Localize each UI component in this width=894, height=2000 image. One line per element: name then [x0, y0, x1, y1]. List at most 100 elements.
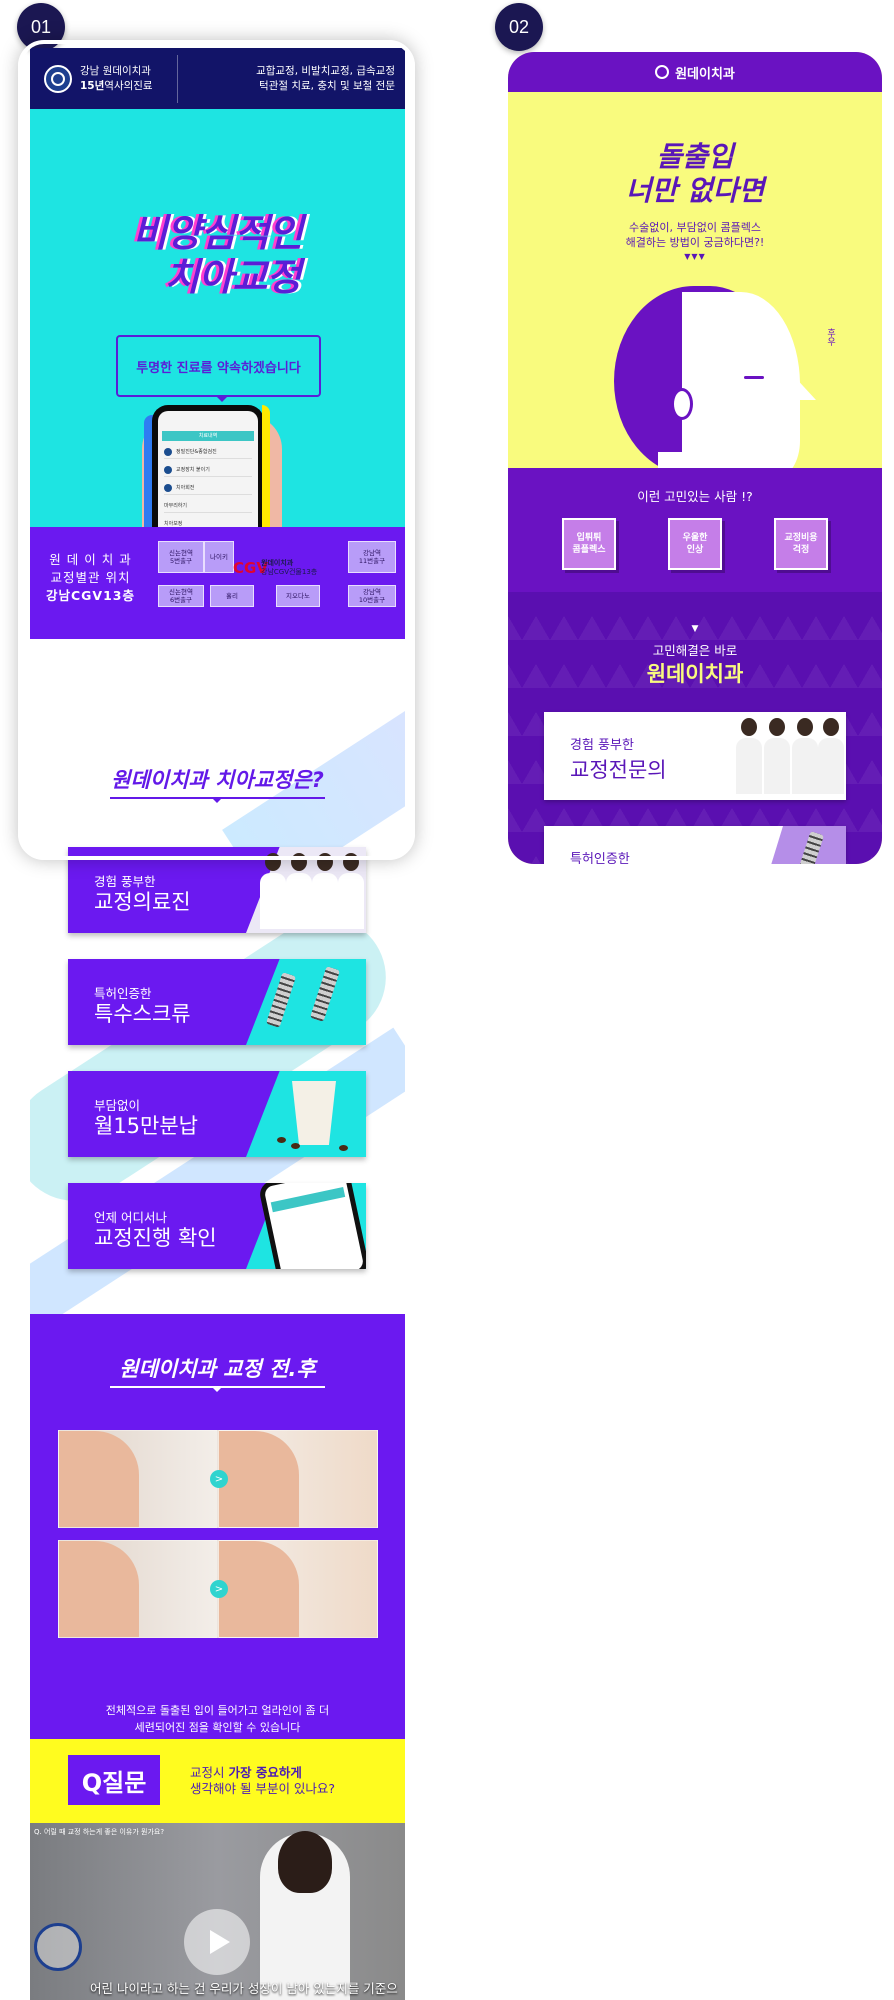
card-big-text: 월15만분납	[94, 1114, 199, 1138]
card-small-text: 경험 풍부한	[570, 738, 634, 753]
concerns-section: 이런 고민있는 사람 !? 입튀튀 콤플렉스 우울한 인상 교정비용 걱정	[508, 468, 882, 592]
clinic-logo-icon[interactable]	[655, 65, 670, 79]
map-cell-gangnam-11: 강남역 11번출구	[348, 541, 396, 573]
phone-row: 정밀진단&종합검진	[164, 445, 252, 459]
feature-card-installment[interactable]: 부담없이 월15만분납	[68, 1071, 366, 1157]
puff-text: 후우	[825, 328, 835, 346]
play-button[interactable]	[184, 1909, 250, 1975]
why-section: 원데이치과 치아교정은? 경험 풍부한 교정의료진 특허인증한 특수스크류 부담…	[30, 639, 405, 1314]
location-line-2: 교정별관 위치	[50, 570, 131, 585]
clinic-logo-icon[interactable]	[44, 64, 72, 93]
location-line-3: 강남CGV13층	[46, 588, 136, 603]
concerns-title: 이런 고민있는 사람 !?	[637, 489, 753, 504]
p2-header: 원데이치과	[508, 52, 882, 92]
map-cell-sinnonhyeon-5: 신논현역 5번출구	[158, 541, 204, 573]
p2-clinic-name: 원데이치과	[675, 66, 735, 82]
card-small-text: 언제 어디서나	[94, 1210, 167, 1225]
question-text: 교정시 가장 중요하게 생각해야 될 부분이 있나요?	[190, 1765, 336, 1796]
panel-badge-01: 01	[17, 3, 65, 51]
phone-icon	[257, 1183, 366, 1269]
card-big-text: 특수스크류	[94, 1002, 191, 1026]
video-player[interactable]: Q. 어릴 때 교정 하는게 좋은 이유가 뭔가요? 어린 나이라고 하는 건 …	[30, 1823, 405, 2000]
step-dot-icon	[164, 465, 172, 474]
hero-title-line-1: 비양심적인	[132, 211, 304, 255]
feature-card-screw[interactable]: 특허인증한 특수스크류	[68, 959, 366, 1045]
clinic-name: 강남 원데이치과	[80, 64, 151, 77]
card-big-text: 교정전문의	[570, 758, 667, 782]
feature-card-tracking[interactable]: 언제 어디서나 교정진행 확인	[68, 1183, 366, 1269]
after-photo	[218, 1430, 378, 1528]
doctor-figure	[286, 853, 312, 933]
p2-hero: 돌출입 너만 없다면 수술없이, 부담없이 콤플렉스 해결하는 방법이 궁금하다면?…	[508, 92, 882, 508]
doctor-figure	[792, 718, 818, 798]
doctor-figure	[312, 853, 338, 933]
clinic-years: 15년역사의진료	[80, 79, 153, 92]
p2-hero-subtitle: 수술없이, 부담없이 콤플렉스 해결하는 방법이 궁금하다면?!	[625, 221, 765, 249]
p1-header-left: 강남 원데이치과 15년역사의진료	[80, 64, 153, 94]
chevron-right-icon: >	[210, 1580, 228, 1598]
card-small-text: 부담없이	[94, 1098, 141, 1113]
question-mark-badge: Q질문	[68, 1755, 160, 1805]
step-dot-icon	[164, 483, 172, 492]
doctor-figure	[818, 718, 844, 798]
before-after-photo-1: >	[58, 1430, 378, 1528]
concern-chip[interactable]: 교정비용 걱정	[774, 518, 828, 570]
doctor-figure	[260, 853, 286, 933]
promise-speech-box: 투명한 진료를 약속하겠습니다	[116, 335, 321, 402]
phone-row: 치아보정	[164, 517, 252, 527]
down-triangles-icon: ▼▼▼	[684, 252, 706, 261]
before-after-caption: 전체적으로 돌출된 입이 들어가고 얼라인이 좀 더 세련되어진 점을 확인할 …	[105, 1704, 330, 1734]
ear-icon	[671, 388, 693, 420]
panel-2-mobile-page[interactable]: 원데이치과 돌출입 너만 없다면 수술없이, 부담없이 콤플렉스 해결하는 방법이 …	[508, 52, 882, 864]
phone-row: 교정장치 붙이기	[164, 463, 252, 477]
before-photo	[58, 1430, 218, 1528]
title-underline	[110, 1386, 325, 1392]
title-underline	[110, 797, 325, 803]
phone-edge-yellow	[262, 405, 270, 527]
location-section: 원 데 이 치 과 교정별관 위치 강남CGV13층 신논현역 5번출구 나이키…	[30, 527, 405, 639]
header-divider	[176, 54, 178, 103]
card-small-text: 경험 풍부한	[94, 874, 156, 889]
map-cell-hollys: 홀리	[210, 585, 254, 607]
after-photo	[218, 1540, 378, 1638]
phone-illustration: 치료내역 정밀진단&종합검진 교정장치 붙이기 치아회전 마무리하기 치아보정	[152, 405, 264, 527]
map-cell-sinnonhyeon-6: 신논현역 6번출구	[158, 585, 204, 607]
why-title: 원데이치과 치아교정은?	[30, 767, 405, 803]
p2-card-screw[interactable]: 특허인증한	[544, 826, 846, 864]
down-arrow-icon: ▼	[691, 624, 699, 634]
concern-chip[interactable]: 우울한 인상	[668, 518, 722, 570]
step-dot-icon	[164, 447, 172, 456]
phone-row: 치아회전	[164, 481, 252, 495]
p1-header-services: 교합교정, 비발치교정, 급속교정 턱관절 치료, 충치 및 보철 전문	[194, 64, 395, 94]
concern-chip[interactable]: 입튀튀 콤플렉스	[562, 518, 616, 570]
doctor-figure	[338, 853, 364, 933]
before-after-title: 원데이치과 교정 전.후	[30, 1356, 405, 1392]
location-line-1: 원 데 이 치 과	[49, 552, 132, 567]
woman-nose-illustration	[792, 374, 816, 400]
solution-section: ▼ 고민해결은 바로 원데이치과 경험 풍부한 교정전문의 특허인증한	[508, 592, 882, 864]
doctor-figure	[736, 718, 762, 798]
coffee-bean-icon	[277, 1137, 286, 1143]
card-small-text: 특허인증한	[570, 852, 630, 864]
question-banner: Q질문 교정시 가장 중요하게 생각해야 될 부분이 있나요?	[30, 1739, 405, 1823]
before-after-photo-2: >	[58, 1540, 378, 1638]
p1-header: 강남 원데이치과 15년역사의진료 교합교정, 비발치교정, 급속교정 턱관절 …	[30, 48, 405, 109]
panel-badge-02: 02	[495, 3, 543, 51]
feature-card-doctors[interactable]: 경험 풍부한 교정의료진	[68, 847, 366, 933]
promise-text: 투명한 진료를 약속하겠습니다	[136, 360, 301, 376]
p2-card-doctors[interactable]: 경험 풍부한 교정전문의	[544, 712, 846, 800]
video-question-text: Q. 어릴 때 교정 하는게 좋은 이유가 뭔가요?	[34, 1828, 165, 1836]
p2-hero-title: 돌출입 너만 없다면	[625, 140, 765, 207]
location-text: 원 데 이 치 과 교정별관 위치 강남CGV13층	[46, 551, 135, 605]
closed-eye-icon	[744, 376, 764, 379]
phone-header: 치료내역	[162, 431, 254, 441]
card-big-text: 교정의료진	[94, 890, 191, 914]
coffee-bean-icon	[291, 1143, 300, 1149]
location-map[interactable]: 신논현역 5번출구 나이키 CGV 원데이치과 강남CGV건물13층 강남역 11…	[158, 541, 396, 617]
panel-1-mobile-page[interactable]: 강남 원데이치과 15년역사의진료 교합교정, 비발치교정, 급속교정 턱관절 …	[30, 48, 405, 2000]
services-line-1: 교합교정, 비발치교정, 급속교정	[256, 64, 395, 77]
solution-small-text: 고민해결은 바로	[652, 643, 738, 658]
hero-title: 비양심적인 치아교정	[30, 211, 405, 299]
clinic-map-tag: 원데이치과 강남CGV건물13층	[261, 559, 318, 576]
map-cell-nike: 나이키	[204, 541, 234, 573]
